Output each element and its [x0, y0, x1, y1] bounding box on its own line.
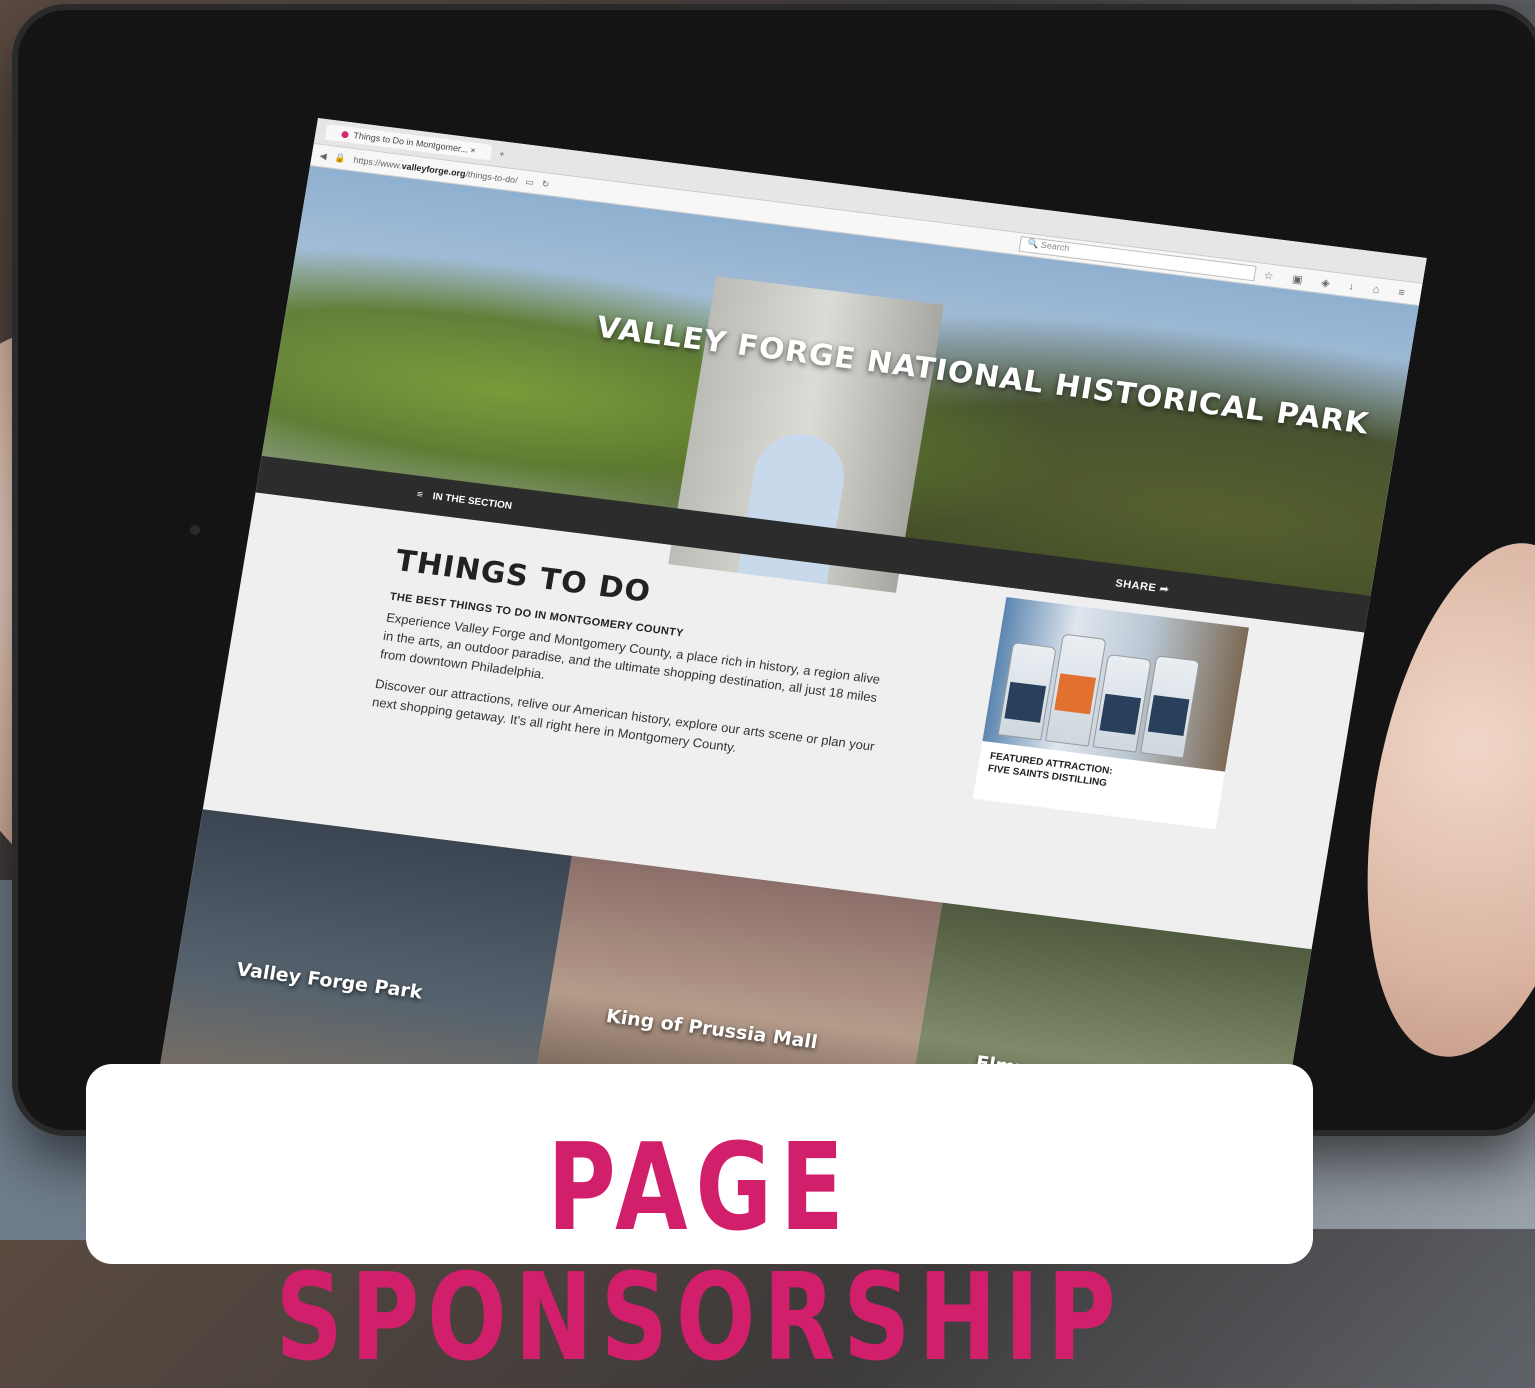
tile-label: King of Prussia Mall	[604, 1005, 820, 1054]
sponsorship-banner: PAGE SPONSORSHIP	[86, 1064, 1313, 1384]
lock-icon: 🔒	[333, 152, 347, 164]
search-placeholder: Search	[1040, 239, 1071, 253]
bottle-label	[1099, 693, 1142, 735]
url-path: /things-to-do/	[464, 169, 519, 186]
screen-viewport: Things to Do in Montgomer... × + ◀ 🔒 htt…	[0, 0, 1535, 1229]
distillery-bottles-image	[982, 597, 1249, 772]
banner-title: PAGE SPONSORSHIP	[275, 1119, 1124, 1388]
back-icon[interactable]: ◀	[319, 150, 327, 161]
in-the-section-button[interactable]: ≡ IN THE SECTION	[416, 489, 513, 512]
section-label: IN THE SECTION	[431, 490, 513, 512]
bottle-label	[1054, 673, 1097, 715]
url-prefix: https://www.	[352, 154, 403, 171]
bottle-label	[1147, 695, 1190, 736]
url-domain: valleyforge.org	[400, 161, 467, 179]
hamburger-icon: ≡	[416, 488, 424, 501]
reader-icon[interactable]: ▭	[525, 176, 535, 188]
favicon-icon	[341, 130, 350, 138]
browser-screen: Things to Do in Montgomer... × + ◀ 🔒 htt…	[158, 118, 1427, 1218]
share-button[interactable]: SHARE ➦	[1115, 576, 1171, 595]
share-arrow-icon: ➦	[1158, 582, 1171, 596]
new-tab-button[interactable]: +	[499, 149, 506, 159]
tile-label: Valley Forge Park	[235, 958, 425, 1004]
featured-attraction-card[interactable]: FEATURED ATTRACTION: FIVE SAINTS DISTILL…	[972, 597, 1249, 830]
reload-icon[interactable]: ↻	[541, 178, 550, 190]
bottle-label	[1004, 681, 1047, 723]
share-label: SHARE	[1114, 577, 1158, 594]
